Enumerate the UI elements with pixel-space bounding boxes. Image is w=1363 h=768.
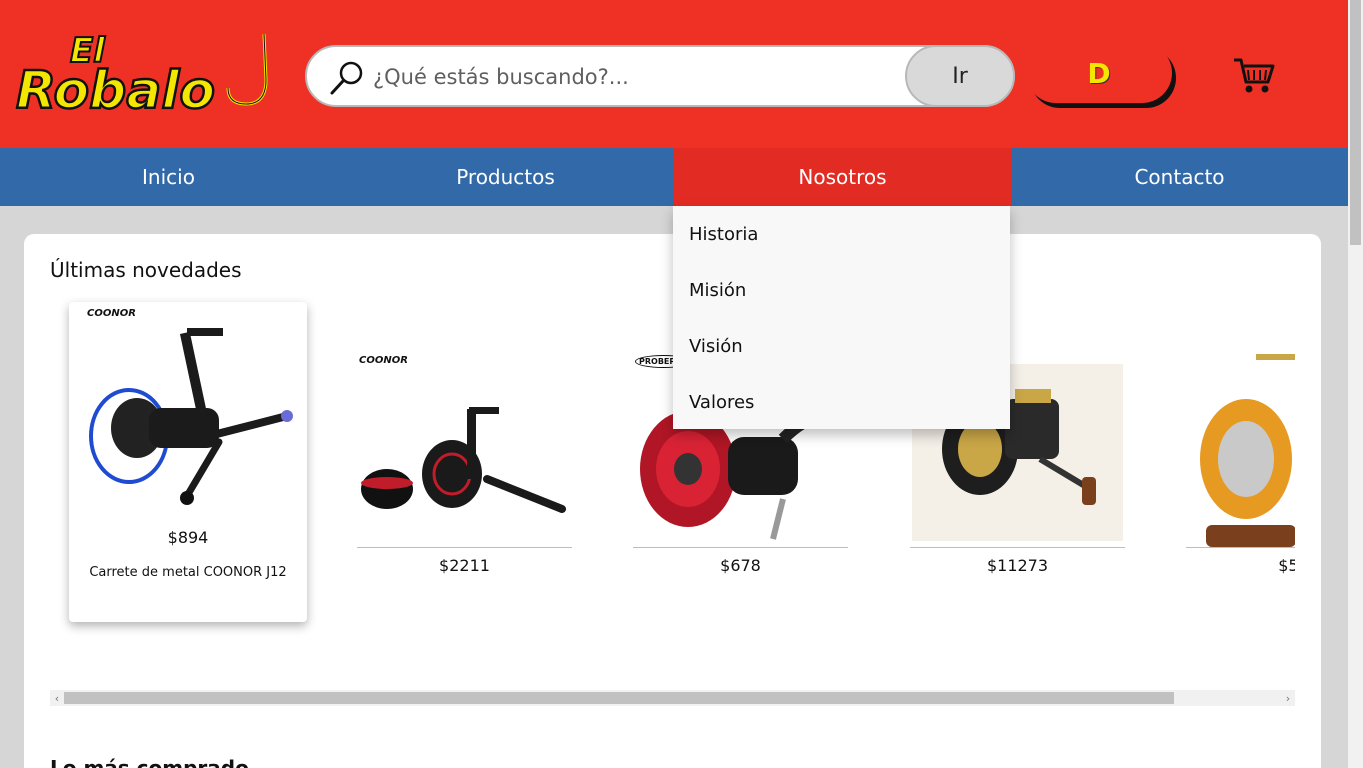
main-nav: Inicio Productos Nosotros Contacto <box>0 148 1348 206</box>
scroll-right-icon[interactable]: › <box>1281 690 1295 706</box>
site-header: El Robalo Ir D <box>0 0 1348 148</box>
nav-item-inicio[interactable]: Inicio <box>0 148 337 206</box>
product-name: Carrete de metal COONOR J12 <box>89 565 287 580</box>
dropdown-item-historia[interactable]: Historia <box>673 206 1010 262</box>
brand-label: COONOR <box>87 308 136 319</box>
search-submit-button[interactable]: Ir <box>905 45 1015 107</box>
carousel-horizontal-scrollbar[interactable]: ‹ › <box>50 690 1295 706</box>
product-price: $894 <box>167 528 209 547</box>
scrollbar-thumb[interactable] <box>1350 0 1361 245</box>
product-price: $678 <box>720 556 761 575</box>
user-account-button[interactable]: D <box>1026 43 1172 103</box>
scrollbar-thumb[interactable] <box>64 692 1174 704</box>
divider <box>910 547 1125 548</box>
product-price: $2211 <box>439 556 490 575</box>
product-price: $11273 <box>986 556 1049 575</box>
search-icon <box>330 61 363 95</box>
divider <box>357 547 572 548</box>
nav-item-productos[interactable]: Productos <box>337 148 674 206</box>
divider <box>633 547 848 548</box>
nosotros-dropdown-menu: Historia Misión Visión Valores <box>673 206 1010 429</box>
section-title-latest: Últimas novedades <box>50 258 242 282</box>
fishing-reel-image <box>1200 354 1295 547</box>
nav-item-contacto[interactable]: Contacto <box>1011 148 1348 206</box>
fishing-reel-image <box>361 407 566 513</box>
search-bar: Ir <box>305 45 1015 107</box>
product-card[interactable]: COONOR $894 Carrete de metal COONOR J12 <box>69 302 307 622</box>
section-title-most-bought: Lo más comprado <box>50 756 249 768</box>
brand-label: COONOR <box>359 355 408 366</box>
el-robalo-logo[interactable]: El Robalo <box>14 30 276 116</box>
scroll-left-icon[interactable]: ‹ <box>50 690 64 706</box>
dropdown-item-vision[interactable]: Visión <box>673 318 1010 374</box>
dropdown-item-valores[interactable]: Valores <box>673 374 1010 430</box>
svg-text:Robalo: Robalo <box>16 61 215 116</box>
product-price: $51 <box>1278 556 1295 575</box>
nav-item-nosotros[interactable]: Nosotros <box>674 148 1011 206</box>
fishing-reel-image <box>89 328 293 505</box>
divider <box>1186 547 1295 548</box>
dropdown-item-mision[interactable]: Misión <box>673 262 1010 318</box>
product-card[interactable]: COONOR $2211 <box>357 349 572 575</box>
search-input[interactable] <box>373 56 893 98</box>
page-vertical-scrollbar[interactable] <box>1348 0 1363 768</box>
shopping-cart-icon[interactable] <box>1232 56 1276 96</box>
product-card[interactable]: $51 <box>1186 349 1295 575</box>
